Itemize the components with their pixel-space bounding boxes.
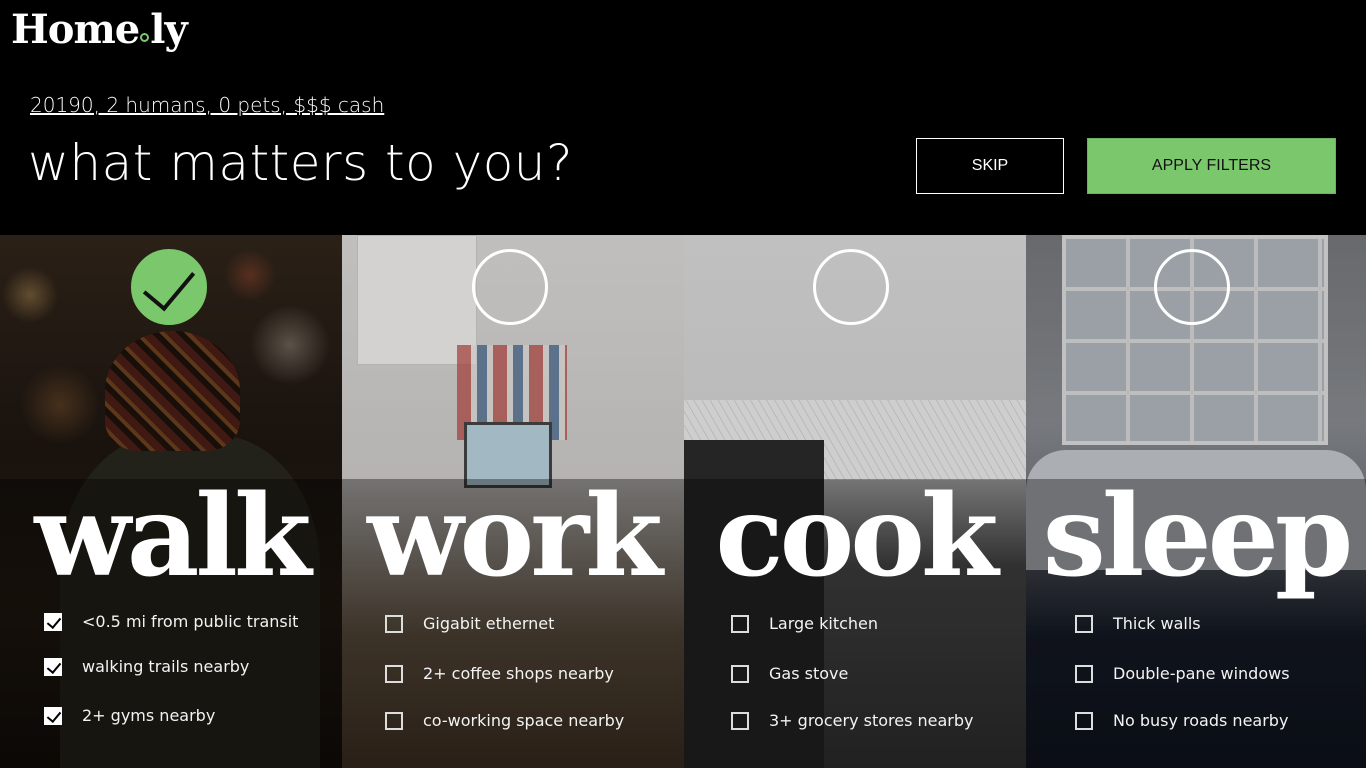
page-title: what matters to you? [28, 134, 574, 192]
checkbox[interactable] [1075, 614, 1093, 633]
option-cook-kitchen[interactable]: Large kitchen [731, 614, 878, 633]
checkbox[interactable] [1075, 664, 1093, 683]
checkbox-checked[interactable] [44, 612, 62, 631]
option-walk-transit[interactable]: <0.5 mi from public transit [44, 612, 298, 631]
header: Home ly 20190, 2 humans, 0 pets, $$$ cash… [0, 0, 1366, 235]
checkbox[interactable] [385, 664, 403, 683]
option-label: walking trails nearby [82, 657, 250, 676]
category-panels: walk <0.5 mi from public transit walking… [0, 235, 1366, 768]
checkbox[interactable] [731, 664, 749, 683]
checkbox[interactable] [385, 614, 403, 633]
checkbox-checked[interactable] [44, 706, 62, 725]
option-label: Gigabit ethernet [423, 614, 555, 633]
option-work-coworking[interactable]: co-working space nearby [385, 711, 624, 730]
category-panel-work[interactable]: work Gigabit ethernet 2+ coffee shops ne… [342, 235, 684, 768]
search-summary-link[interactable]: 20190, 2 humans, 0 pets, $$$ cash [30, 93, 384, 117]
category-title-walk: walk [34, 471, 311, 602]
logo-dot-icon [140, 33, 150, 42]
checkbox[interactable] [385, 711, 403, 730]
option-sleep-roads[interactable]: No busy roads nearby [1075, 711, 1288, 730]
category-panel-cook[interactable]: cook Large kitchen Gas stove 3+ grocery … [684, 235, 1026, 768]
select-toggle-work[interactable] [472, 249, 548, 325]
option-label: Thick walls [1113, 614, 1201, 633]
option-label: <0.5 mi from public transit [82, 612, 299, 631]
option-label: Large kitchen [769, 614, 879, 633]
category-panel-walk[interactable]: walk <0.5 mi from public transit walking… [0, 235, 342, 768]
select-toggle-walk[interactable] [131, 249, 207, 325]
option-walk-gyms[interactable]: 2+ gyms nearby [44, 706, 215, 725]
option-label: 3+ grocery stores nearby [769, 711, 974, 730]
option-label: 2+ gyms nearby [82, 706, 216, 725]
select-toggle-sleep[interactable] [1154, 249, 1230, 325]
option-walk-trails[interactable]: walking trails nearby [44, 657, 249, 676]
checkbox[interactable] [731, 711, 749, 730]
option-work-ethernet[interactable]: Gigabit ethernet [385, 614, 554, 633]
option-cook-gas-stove[interactable]: Gas stove [731, 664, 848, 683]
skip-button[interactable]: SKIP [916, 138, 1064, 194]
checkbox[interactable] [1075, 711, 1093, 730]
option-sleep-windows[interactable]: Double-pane windows [1075, 664, 1290, 683]
category-title-sleep: sleep [1042, 471, 1353, 602]
apply-filters-button[interactable]: APPLY FILTERS [1087, 138, 1336, 194]
option-cook-grocery[interactable]: 3+ grocery stores nearby [731, 711, 974, 730]
option-label: No busy roads nearby [1113, 711, 1289, 730]
option-label: 2+ coffee shops nearby [423, 664, 614, 683]
checkbox-checked[interactable] [44, 657, 62, 676]
option-work-coffee[interactable]: 2+ coffee shops nearby [385, 664, 614, 683]
option-label: Double-pane windows [1113, 664, 1290, 683]
select-toggle-cook[interactable] [813, 249, 889, 325]
option-sleep-walls[interactable]: Thick walls [1075, 614, 1201, 633]
option-label: Gas stove [769, 664, 849, 683]
option-label: co-working space nearby [423, 711, 625, 730]
homely-logo[interactable]: Home ly [11, 6, 188, 53]
checkbox[interactable] [731, 614, 749, 633]
category-title-cook: cook [715, 471, 998, 602]
category-panel-sleep[interactable]: sleep Thick walls Double-pane windows No… [1026, 235, 1366, 768]
category-title-work: work [367, 471, 663, 602]
